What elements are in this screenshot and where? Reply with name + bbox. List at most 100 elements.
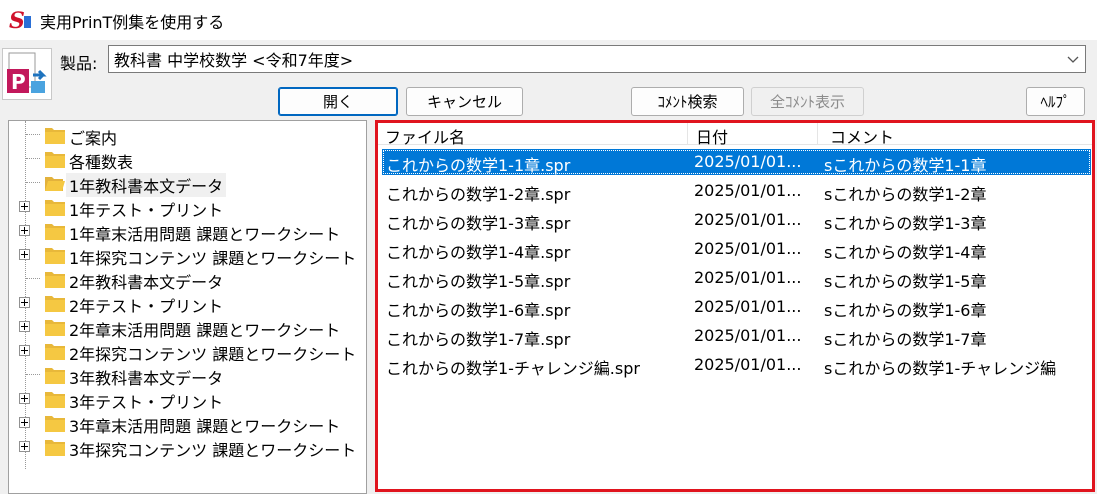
tree-item-label: 3年テスト・プリント <box>69 393 224 412</box>
plus-box-icon[interactable] <box>19 393 30 404</box>
file-name: これからの数学1-2章.spr <box>386 185 571 204</box>
tree-item[interactable]: 3年教科書本文データ <box>9 363 366 388</box>
file-row[interactable]: これからの数学1-5章.spr 2025/01/01... sこれからの数学1-5章 <box>382 265 1091 291</box>
column-separator[interactable] <box>687 123 688 144</box>
column-separator[interactable] <box>817 123 818 144</box>
file-date: 2025/01/01... <box>694 152 802 171</box>
folder-icon <box>45 344 65 360</box>
tree-item-label: 1年テスト・プリント <box>69 201 224 220</box>
plus-box-icon[interactable] <box>19 225 30 236</box>
file-row[interactable]: これからの数学1-チャレンジ編.spr 2025/01/01... sこれからの数学… <box>382 352 1091 378</box>
tree-item[interactable]: 2年教科書本文データ <box>9 267 366 292</box>
tree-item[interactable]: 1年テスト・プリント <box>9 195 366 220</box>
file-date: 2025/01/01... <box>694 268 802 287</box>
tree-item-label: 1年章末活用問題 課題とワークシート <box>69 225 341 244</box>
file-list-header: ファイル名 日付 コメント <box>378 123 1092 148</box>
folder-icon <box>45 152 65 168</box>
column-header-comment[interactable]: コメント <box>830 124 894 148</box>
plus-box-icon[interactable] <box>19 201 30 212</box>
plus-box-icon[interactable] <box>19 249 30 260</box>
file-row[interactable]: これからの数学1-4章.spr 2025/01/01... sこれからの数学1-4章 <box>382 236 1091 262</box>
tree-item[interactable]: 3年探究コンテンツ 課題とワークシート <box>9 435 366 460</box>
app-icon: S <box>9 8 31 32</box>
all-comment-button[interactable]: 全ｺﾒﾝﾄ表示 <box>751 87 864 116</box>
tree-item[interactable]: 3年テスト・プリント <box>9 387 366 412</box>
file-date: 2025/01/01... <box>694 326 802 345</box>
product-label: 製品: <box>60 54 98 73</box>
file-name: これからの数学1-5章.spr <box>386 272 571 291</box>
tree-item[interactable]: 2年探究コンテンツ 課題とワークシート <box>9 339 366 364</box>
file-row[interactable]: これからの数学1-6章.spr 2025/01/01... sこれからの数学1-6章 <box>382 294 1091 320</box>
column-header-date[interactable]: 日付 <box>696 124 728 148</box>
tree-connector-h <box>26 158 40 159</box>
file-date: 2025/01/01... <box>694 181 802 200</box>
folder-icon <box>45 416 65 432</box>
tree-item-label: 2年章末活用問題 課題とワークシート <box>69 321 341 340</box>
tree-item-label: 1年教科書本文データ <box>66 173 227 197</box>
file-row[interactable]: これからの数学1-1章.spr 2025/01/01... sこれからの数学1-1章 <box>382 149 1091 175</box>
file-row[interactable]: これからの数学1-2章.spr 2025/01/01... sこれからの数学1-2章 <box>382 178 1091 204</box>
file-comment: sこれからの数学1-1章 <box>824 156 987 175</box>
file-list[interactable]: ファイル名 日付 コメント これからの数学1-1章.spr 2025/01/01.… <box>375 120 1095 492</box>
print-document-icon: P <box>2 48 52 100</box>
tree-connector-h <box>26 182 40 183</box>
folder-icon <box>45 200 65 216</box>
plus-box-icon[interactable] <box>19 297 30 308</box>
file-date: 2025/01/01... <box>694 239 802 258</box>
plus-box-icon[interactable] <box>19 417 30 428</box>
tree-item-label: 1年探究コンテンツ 課題とワークシート <box>69 249 357 268</box>
folder-icon <box>45 272 65 288</box>
tree-item[interactable]: 2年章末活用問題 課題とワークシート <box>9 315 366 340</box>
tree-item[interactable]: 1年教科書本文データ <box>9 171 366 197</box>
folder-icon <box>45 320 65 336</box>
svg-text:P: P <box>11 70 26 94</box>
file-name: これからの数学1-7章.spr <box>386 330 571 349</box>
file-comment: sこれからの数学1-チャレンジ編 <box>824 359 1057 378</box>
file-name: これからの数学1-4章.spr <box>386 243 571 262</box>
file-comment: sこれからの数学1-7章 <box>824 330 987 349</box>
tree-item[interactable]: ご案内 <box>9 123 366 148</box>
tree-item[interactable]: 1年探究コンテンツ 課題とワークシート <box>9 243 366 268</box>
title-bar: S 実用PrinT例集を使用する <box>0 0 1097 40</box>
tree-item-label: 2年テスト・プリント <box>69 297 224 316</box>
folder-icon <box>45 368 65 384</box>
file-name: これからの数学1-6章.spr <box>386 301 571 320</box>
tree-connector-h <box>26 278 40 279</box>
plus-box-icon[interactable] <box>19 345 30 356</box>
tree-item-label: 3年探究コンテンツ 課題とワークシート <box>69 441 357 460</box>
file-date: 2025/01/01... <box>694 297 802 316</box>
product-select[interactable]: 教科書 中学校数学 <令和7年度> <box>108 45 1086 73</box>
cancel-button[interactable]: キャンセル <box>406 87 523 116</box>
file-name: これからの数学1-3章.spr <box>386 214 571 233</box>
tree-connector-h <box>26 374 40 375</box>
plus-box-icon[interactable] <box>19 321 30 332</box>
open-button[interactable]: 開く <box>278 87 398 116</box>
tree-item-label: 2年探究コンテンツ 課題とワークシート <box>69 345 357 364</box>
tree-item-label: 各種数表 <box>69 153 134 172</box>
chevron-down-icon <box>1067 56 1079 63</box>
folder-tree[interactable]: ご案内各種数表 1年教科書本文データ 1年テスト・プリント 1年章末活用問題 課題とワ… <box>8 120 367 494</box>
comment-search-button[interactable]: ｺﾒﾝﾄ検索 <box>631 87 744 116</box>
file-comment: sこれからの数学1-2章 <box>824 185 987 204</box>
tree-item[interactable]: 2年テスト・プリント <box>9 291 366 316</box>
tree-item-label: 3年教科書本文データ <box>69 369 224 388</box>
file-comment: sこれからの数学1-6章 <box>824 301 987 320</box>
folder-icon <box>45 296 65 312</box>
help-button[interactable]: ﾍﾙﾌﾟ <box>1026 87 1085 116</box>
column-header-name[interactable]: ファイル名 <box>385 124 465 148</box>
tree-item[interactable]: 各種数表 <box>9 147 366 172</box>
window-title: 実用PrinT例集を使用する <box>40 13 225 32</box>
file-row[interactable]: これからの数学1-3章.spr 2025/01/01... sこれからの数学1-3章 <box>382 207 1091 233</box>
file-date: 2025/01/01... <box>694 355 802 374</box>
file-row[interactable]: これからの数学1-7章.spr 2025/01/01... sこれからの数学1-7章 <box>382 323 1091 349</box>
plus-box-icon[interactable] <box>19 441 30 452</box>
svg-text:S: S <box>9 8 25 32</box>
tree-connector-h <box>26 134 40 135</box>
folder-icon <box>45 440 65 456</box>
folder-icon <box>45 248 65 264</box>
tree-item[interactable]: 3年章末活用問題 課題とワークシート <box>9 411 366 436</box>
tree-item[interactable]: 1年章末活用問題 課題とワークシート <box>9 219 366 244</box>
pane-splitter[interactable] <box>367 120 374 494</box>
folder-icon <box>45 392 65 408</box>
file-date: 2025/01/01... <box>694 210 802 229</box>
